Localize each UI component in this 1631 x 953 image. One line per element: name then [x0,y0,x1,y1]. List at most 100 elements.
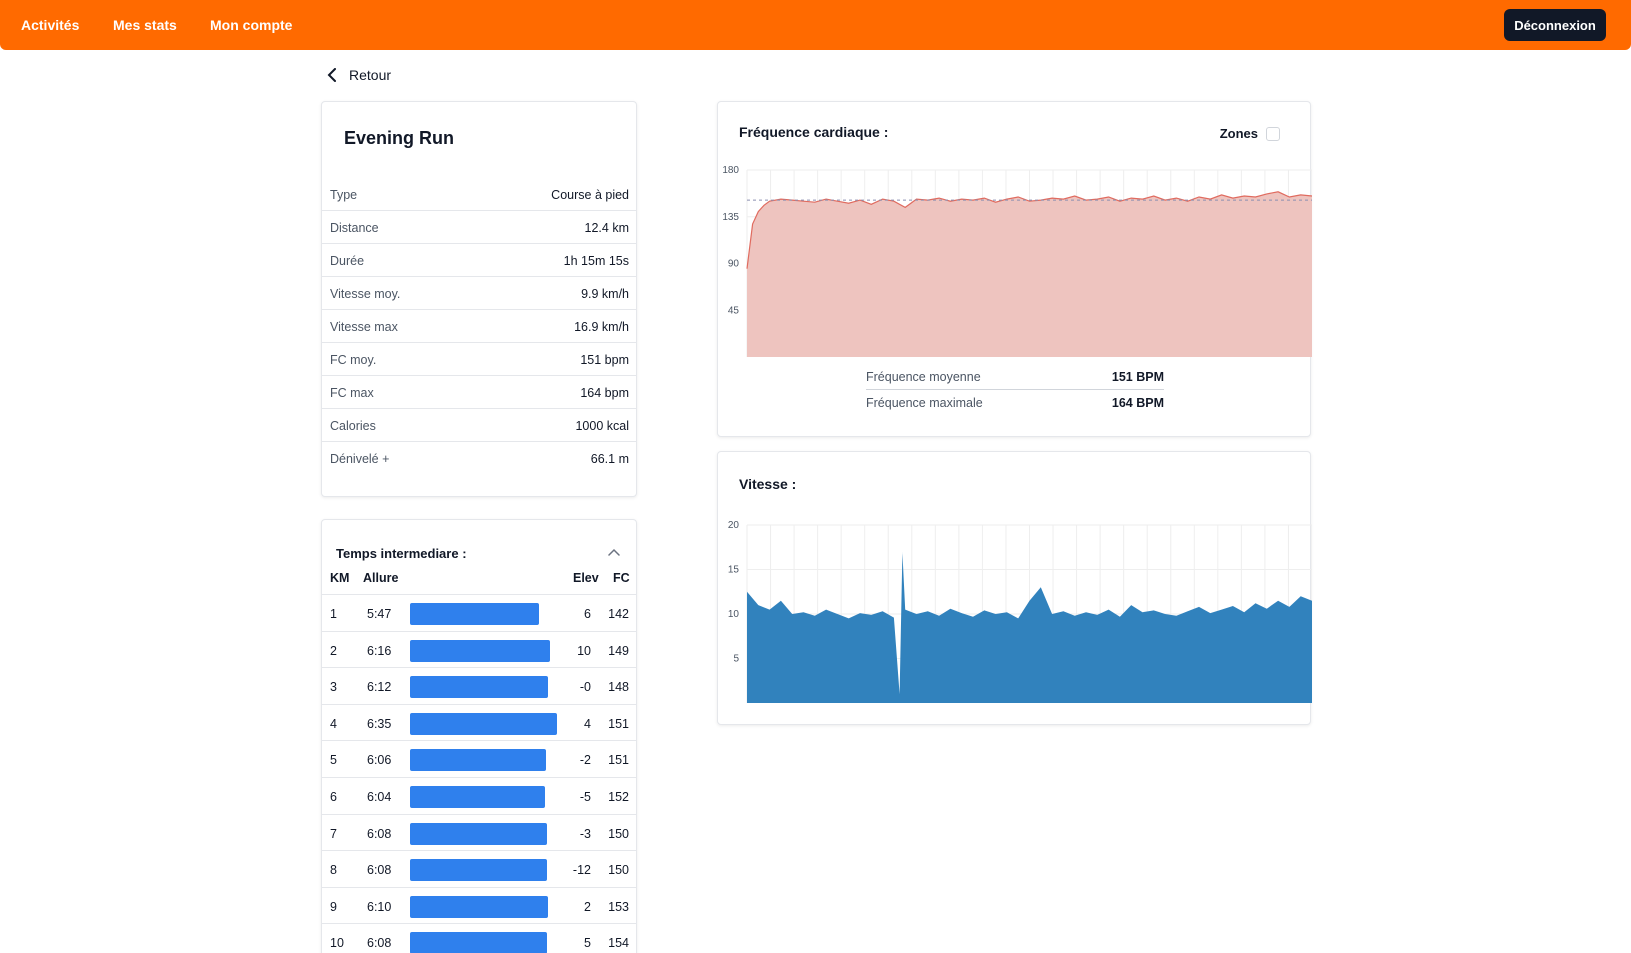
max-hr-value: 164 BPM [1111,396,1164,410]
y-tick-label: 5 [733,654,739,665]
split-row: 2 6:16 10 149 [322,630,636,668]
split-row: 9 6:10 2 153 [322,886,636,924]
split-hr: 142 [608,607,629,621]
stat-row: Vitesse max 16.9 km/h [322,310,636,343]
split-pace: 5:47 [367,607,392,621]
stat-value: 1000 kcal [575,419,629,433]
stat-row: Calories 1000 kcal [322,409,636,442]
split-pace-bar [410,932,547,953]
split-row: 4 6:35 4 151 [322,703,636,741]
stat-row: FC max 164 bpm [322,376,636,409]
stat-row: Durée 1h 15m 15s [322,244,636,277]
split-km: 5 [330,753,337,768]
split-row: 7 6:08 -3 150 [322,813,636,851]
split-hr: 150 [608,826,629,841]
split-row: 5 6:06 -2 151 [322,740,636,777]
split-pace-bar [410,603,539,625]
split-elev: -0 [579,680,591,695]
split-row: 8 6:08 -12 150 [322,850,636,887]
split-hr: 154 [608,936,629,951]
split-km: 10 [330,936,344,951]
split-hr: 148 [608,680,629,695]
split-hr: 153 [608,899,629,914]
stat-label: Type [330,188,358,202]
stat-row: Vitesse moy. 9.9 km/h [322,277,636,310]
chevron-up-icon[interactable] [608,548,620,556]
stat-value: 16.9 km/h [574,320,629,334]
split-pace-bar [410,895,548,918]
y-tick-label: 45 [728,305,740,316]
split-pace-bar [410,676,548,699]
split-pace: 6:35 [367,716,392,731]
split-pace-bar [410,639,550,662]
speed-card: Vitesse : 5 10 15 20 [717,451,1312,725]
stat-row: Distance 12.4 km [322,211,636,244]
logout-button[interactable]: Déconnexion [1504,9,1606,41]
split-km: 4 [330,716,337,731]
split-km: 1 [330,607,337,621]
max-hr-label: Fréquence maximale [866,396,983,410]
stat-label: Vitesse moy. [330,287,401,301]
stat-value: 164 bpm [580,386,629,400]
split-pace-bar [410,859,547,882]
splits-header-hr: FC [613,571,630,585]
split-elev: 6 [584,607,591,621]
heart-rate-card: Fréquence cardiaque : Zones 45 90 135 180 F… [717,101,1312,437]
nav-link-mon-compte[interactable]: Mon compte [210,17,292,33]
split-pace-bar [410,749,546,772]
split-km: 7 [330,826,337,841]
split-pace-bar [410,822,547,845]
stat-label: FC max [330,386,374,400]
split-pace-bar [410,712,557,735]
split-pace: 6:16 [367,643,392,658]
back-label: Retour [349,67,392,83]
stat-row: Type Course à pied [322,178,636,211]
split-elev: -3 [579,826,591,841]
split-elev: 5 [584,936,591,951]
split-hr: 151 [608,753,629,768]
split-elev: 2 [584,899,591,914]
stat-value: 1h 15m 15s [563,254,629,268]
split-hr: 150 [608,863,629,878]
stat-label: Dénivelé + [330,452,390,466]
stat-label: Durée [330,254,365,268]
stat-value: 151 bpm [580,353,629,367]
y-tick-label: 10 [728,609,740,620]
split-km: 3 [330,680,337,695]
avg-hr-label: Fréquence moyenne [866,370,981,384]
top-navbar: Activités Mes stats Mon compte Déconnexi… [0,0,1631,50]
split-pace: 6:08 [367,826,392,841]
activity-summary-card: Evening Run Type Course à pied Distance 12.… [321,101,637,497]
split-row: 3 6:12 -0 148 [322,667,636,704]
y-tick-label: 180 [722,165,739,176]
split-pace: 6:12 [367,680,392,695]
stat-row: FC moy. 151 bpm [322,343,636,376]
y-tick-label: 135 [722,212,739,223]
back-link[interactable]: Retour [327,67,391,83]
chevron-left-icon [327,68,336,82]
split-pace: 6:04 [367,790,392,804]
nav-link-mes-stats[interactable]: Mes stats [113,17,177,33]
split-elev: 10 [577,643,591,658]
split-pace: 6:10 [367,899,392,914]
splits-card: Temps intermediare : KM Allure Elev FC 1… [321,519,637,953]
split-pace: 6:08 [367,936,392,951]
avg-hr-value: 151 BPM [1111,370,1164,384]
stat-label: FC moy. [330,353,377,367]
splits-title: Temps intermediare : [336,546,467,561]
stat-value: 9.9 km/h [581,287,629,301]
split-km: 9 [330,899,337,914]
splits-header-km: KM [330,571,350,585]
speed-chart: 5 10 15 20 [728,520,1312,703]
nav-link-activites[interactable]: Activités [21,17,79,33]
splits-header-pace: Allure [363,571,399,585]
activity-title: Evening Run [344,128,455,148]
split-elev: -12 [572,863,591,878]
stat-value: Course à pied [551,188,629,202]
split-km: 8 [330,863,337,878]
split-row: 10 6:08 5 154 [322,923,636,953]
split-pace: 6:06 [367,753,392,768]
series-area [747,191,1312,357]
split-elev: -5 [579,790,591,804]
split-pace-bar [410,786,545,808]
